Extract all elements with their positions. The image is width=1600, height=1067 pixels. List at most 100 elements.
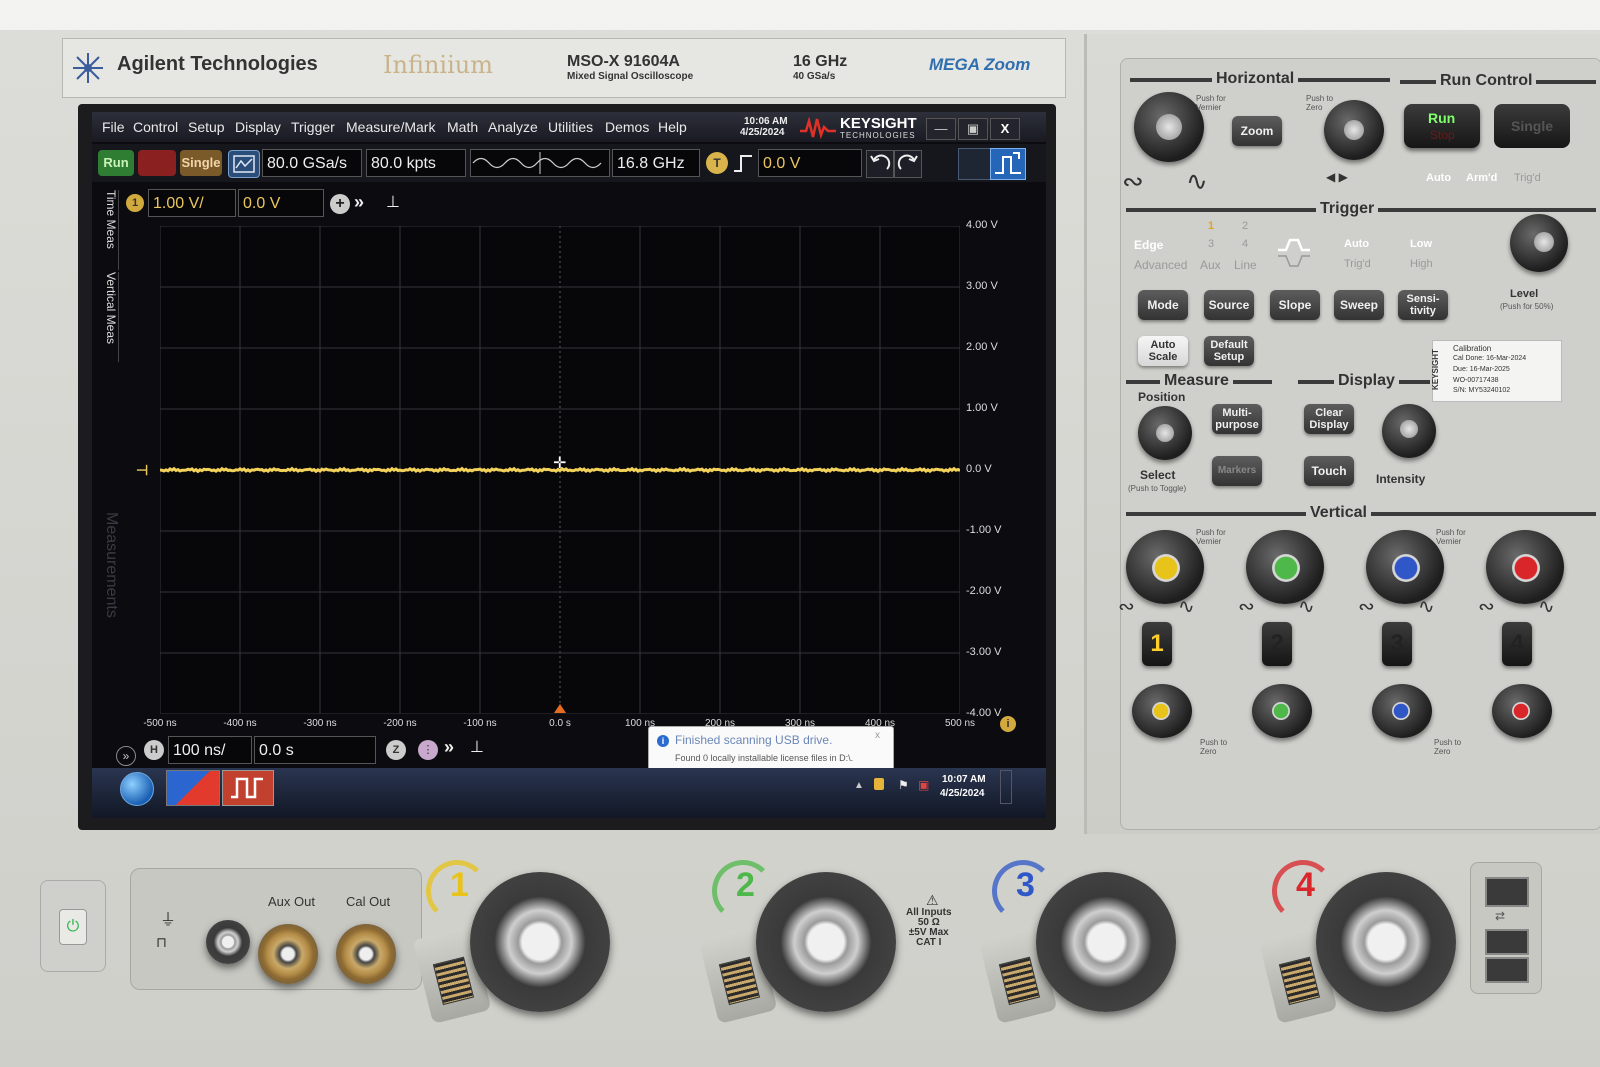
input-channel-1-connector[interactable] <box>470 872 610 1012</box>
menu-file[interactable]: File <box>102 119 125 135</box>
channel-4-button[interactable]: 4 <box>1502 622 1532 666</box>
vertical-offset-knob-3[interactable] <box>1372 684 1432 738</box>
timebase-scale-field[interactable]: 100 ns/ <box>168 736 252 764</box>
vertical-offset-knob-4[interactable] <box>1492 684 1552 738</box>
timebase-position-field[interactable]: 0.0 s <box>254 736 376 764</box>
menu-math[interactable]: Math <box>447 119 478 135</box>
vertical-scale-knob-2[interactable] <box>1246 530 1324 604</box>
show-desktop-button[interactable] <box>1000 770 1012 804</box>
start-button-icon[interactable] <box>120 772 154 806</box>
touch-mode-icon[interactable] <box>990 148 1026 180</box>
tray-flag-icon[interactable]: ⚑ <box>898 778 909 792</box>
autoscale-icon[interactable] <box>228 150 260 178</box>
clear-display-button[interactable]: Clear Display <box>1304 404 1354 434</box>
tray-network-icon[interactable]: ▣ <box>918 778 929 792</box>
trigger-edge-label[interactable]: Edge <box>1134 238 1163 252</box>
channel-1-button[interactable]: 1 <box>1142 622 1172 666</box>
bandwidth-field[interactable]: 16.8 GHz <box>612 149 700 177</box>
aux-out-connector[interactable] <box>258 924 318 984</box>
channel1-badge[interactable]: 1 <box>126 194 144 212</box>
expand-channels-icon[interactable]: » <box>354 192 364 213</box>
menu-display[interactable]: Display <box>235 119 281 135</box>
taskbar-infiniium-icon[interactable] <box>222 770 274 806</box>
single-hw-button[interactable]: Single <box>1494 104 1570 148</box>
horizontal-position-knob[interactable] <box>1324 100 1384 160</box>
cal-out-connector[interactable] <box>336 924 396 984</box>
rising-edge-icon[interactable] <box>732 152 754 179</box>
notification-close-icon[interactable]: x <box>875 730 880 741</box>
stop-button[interactable]: Stop <box>138 150 176 176</box>
channel1-scale-field[interactable]: 1.00 V/ <box>148 189 236 217</box>
multipurpose-button[interactable]: Multi- purpose <box>1212 404 1262 434</box>
trigger-advanced-label[interactable]: Advanced <box>1134 258 1187 272</box>
intensity-knob[interactable] <box>1382 404 1436 458</box>
vertical-offset-knob-2[interactable] <box>1252 684 1312 738</box>
auto-scale-button[interactable]: Auto Scale <box>1138 336 1188 366</box>
trigger-badge[interactable]: T <box>706 152 728 174</box>
trigger-level-field[interactable]: 0.0 V <box>758 149 862 177</box>
trigger-sensitivity-button[interactable]: Sensi- tivity <box>1398 290 1448 320</box>
single-button[interactable]: Single <box>180 150 222 176</box>
tray-lock-icon[interactable] <box>874 778 884 790</box>
undo-icon[interactable] <box>866 150 894 178</box>
ground-reference-marker[interactable]: ⊣ <box>136 462 148 479</box>
vertical-scale-knob-1[interactable] <box>1126 530 1204 604</box>
markers-button[interactable]: Markers <box>1212 456 1262 486</box>
trigger-source-button[interactable]: Source <box>1204 290 1254 320</box>
default-setup-button[interactable]: Default Setup <box>1204 336 1254 366</box>
trigger-position-marker[interactable] <box>554 704 566 713</box>
timebase-pin-icon[interactable]: ⊥ <box>470 737 484 757</box>
waveform-preview[interactable] <box>470 149 610 177</box>
run-button[interactable]: Run <box>98 150 134 176</box>
minimize-button[interactable]: — <box>926 118 956 140</box>
menu-measure-mark[interactable]: Measure/Mark <box>346 119 435 135</box>
menu-analyze[interactable]: Analyze <box>488 119 538 135</box>
vertical-scale-knob-3[interactable] <box>1366 530 1444 604</box>
menu-help[interactable]: Help <box>658 119 687 135</box>
menu-setup[interactable]: Setup <box>188 119 225 135</box>
trigger-slope-button[interactable]: Slope <box>1270 290 1320 320</box>
input-channel-3-connector[interactable] <box>1036 872 1176 1012</box>
sample-rate-field[interactable]: 80.0 GSa/s <box>262 149 362 177</box>
center-move-icon[interactable]: ✛ <box>553 453 566 472</box>
measurements-tab[interactable]: Measurements <box>102 512 120 618</box>
menu-utilities[interactable]: Utilities <box>548 119 593 135</box>
redo-icon[interactable] <box>894 150 922 178</box>
expand-timebase-icon[interactable]: » <box>444 737 454 758</box>
pin-icon[interactable]: ⊥ <box>386 192 400 212</box>
usb-port-2[interactable] <box>1485 929 1529 955</box>
add-channel-icon[interactable]: + <box>330 194 350 214</box>
channel1-offset-field[interactable]: 0.0 V <box>238 189 324 217</box>
power-button[interactable]: ⏻ <box>40 880 106 972</box>
menu-control[interactable]: Control <box>133 119 178 135</box>
menu-trigger[interactable]: Trigger <box>291 119 335 135</box>
usb-scan-notification[interactable]: i Finished scanning USB drive. x Found 0… <box>648 726 894 772</box>
maximize-button[interactable]: ▣ <box>958 118 988 140</box>
vertical-offset-knob-1[interactable] <box>1132 684 1192 738</box>
ground-jack[interactable] <box>206 920 250 964</box>
horizontal-scale-knob[interactable] <box>1134 92 1204 162</box>
expand-left-icon[interactable]: » <box>116 746 136 766</box>
markers-icon[interactable]: ⋮ <box>418 740 438 760</box>
measure-select-knob[interactable] <box>1138 406 1192 460</box>
tray-arrow-icon[interactable]: ▲ <box>854 780 864 791</box>
trigger-sweep-button[interactable]: Sweep <box>1334 290 1384 320</box>
input-channel-2-connector[interactable] <box>756 872 896 1012</box>
trigger-mode-button[interactable]: Mode <box>1138 290 1188 320</box>
zoom-button[interactable]: Zoom <box>1232 116 1282 146</box>
x-axis-info-icon[interactable]: i <box>1000 716 1016 732</box>
zoom-icon[interactable]: Z <box>386 740 406 760</box>
memory-depth-field[interactable]: 80.0 kpts <box>366 149 466 177</box>
trigger-level-knob[interactable] <box>1510 214 1568 272</box>
waveform-graticule[interactable]: ✛ <box>159 225 961 715</box>
run-stop-button[interactable]: Run Stop <box>1404 104 1480 148</box>
close-button[interactable]: X <box>990 118 1020 140</box>
channel-3-button[interactable]: 3 <box>1382 622 1412 666</box>
vertical-scale-knob-4[interactable] <box>1486 530 1564 604</box>
input-channel-4-connector[interactable] <box>1316 872 1456 1012</box>
usb-port-1[interactable] <box>1485 877 1529 907</box>
horizontal-badge[interactable]: H <box>144 740 164 760</box>
layout-icon[interactable] <box>958 148 992 180</box>
taskbar-app-icon[interactable] <box>166 770 220 806</box>
side-tab-time-meas[interactable]: Time Meas <box>98 190 119 270</box>
